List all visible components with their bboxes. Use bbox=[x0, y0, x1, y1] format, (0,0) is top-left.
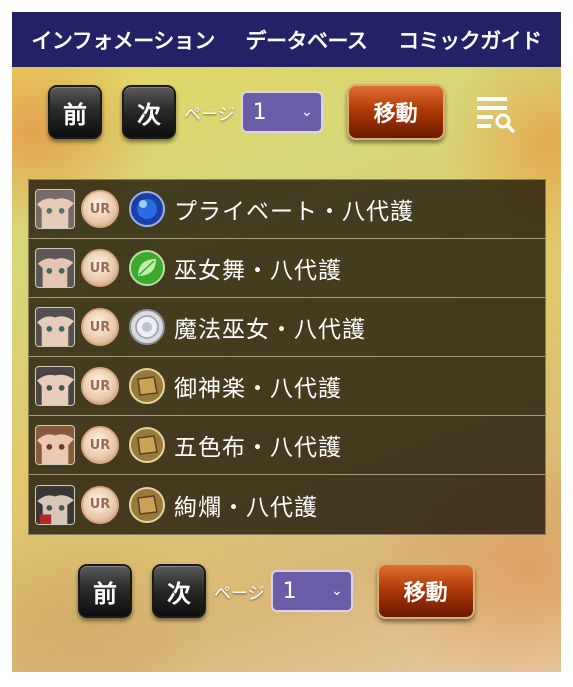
nav-information[interactable]: インフォメーション bbox=[31, 25, 215, 55]
avatar bbox=[35, 189, 75, 229]
card-name: 巫女舞・八代護 bbox=[174, 258, 342, 284]
list-search-icon[interactable] bbox=[475, 91, 517, 133]
list-item[interactable]: UR 五色布・八代護 bbox=[29, 416, 545, 475]
list-item[interactable]: UR 御神楽・八代護 bbox=[29, 357, 545, 416]
rarity-badge: UR bbox=[81, 367, 119, 405]
card-name: 魔法巫女・八代護 bbox=[174, 317, 366, 343]
page-select[interactable]: 1 ⌄ bbox=[240, 91, 323, 133]
prev-button[interactable]: 前 bbox=[48, 85, 102, 139]
avatar bbox=[35, 425, 75, 465]
page-select-value: 1 bbox=[252, 99, 267, 125]
list-item[interactable]: UR 絢爛・八代護 bbox=[29, 475, 545, 534]
move-button[interactable]: 移動 bbox=[346, 84, 445, 140]
earth-block-icon bbox=[129, 427, 165, 463]
pager-bottom: 前 次 ページ 1 ⌄ 移動 bbox=[78, 563, 505, 619]
avatar bbox=[35, 248, 75, 288]
card-name: 五色布・八代護 bbox=[174, 435, 342, 461]
rarity-badge: UR bbox=[81, 426, 119, 464]
card-list: UR プライベート・八代護 UR 巫女舞・八代護 UR 魔法巫女・八代護 UR … bbox=[28, 179, 546, 535]
page-select[interactable]: 1 ⌄ bbox=[270, 570, 353, 612]
card-name: 御神楽・八代護 bbox=[174, 376, 342, 402]
list-item[interactable]: UR 巫女舞・八代護 bbox=[29, 239, 545, 298]
list-item[interactable]: UR プライベート・八代護 bbox=[29, 180, 545, 239]
rarity-badge: UR bbox=[81, 249, 119, 287]
leaf-orb-icon bbox=[129, 250, 165, 286]
avatar bbox=[35, 366, 75, 406]
rarity-badge: UR bbox=[81, 485, 119, 524]
rarity-badge: UR bbox=[81, 308, 119, 346]
avatar bbox=[35, 307, 75, 347]
rarity-badge: UR bbox=[81, 190, 119, 228]
page-label: ページ bbox=[184, 104, 235, 125]
next-button[interactable]: 次 bbox=[122, 85, 176, 139]
top-navigation: インフォメーション データベース コミックガイド bbox=[12, 12, 561, 67]
list-item[interactable]: UR 魔法巫女・八代護 bbox=[29, 298, 545, 357]
card-name: 絢爛・八代護 bbox=[174, 494, 318, 521]
next-button[interactable]: 次 bbox=[152, 564, 206, 618]
page-label: ページ bbox=[214, 583, 265, 604]
nav-comic-guide[interactable]: コミックガイド bbox=[398, 25, 542, 55]
avatar bbox=[35, 484, 75, 525]
pager-top: 前 次 ページ 1 ⌄ 移動 bbox=[48, 84, 517, 140]
chevron-down-icon: ⌄ bbox=[300, 104, 313, 120]
card-name: プライベート・八代護 bbox=[174, 199, 414, 225]
earth-block-icon bbox=[129, 368, 165, 404]
water-orb-icon bbox=[129, 191, 165, 227]
nav-database[interactable]: データベース bbox=[245, 25, 367, 55]
chevron-down-icon: ⌄ bbox=[330, 583, 343, 599]
earth-block-icon bbox=[129, 486, 165, 523]
move-button[interactable]: 移動 bbox=[376, 563, 475, 619]
steel-orb-icon bbox=[129, 309, 165, 345]
prev-button[interactable]: 前 bbox=[78, 564, 132, 618]
page-frame: インフォメーション データベース コミックガイド 前 次 ページ 1 ⌄ 移動 bbox=[12, 12, 561, 672]
page-select-value: 1 bbox=[282, 578, 297, 604]
